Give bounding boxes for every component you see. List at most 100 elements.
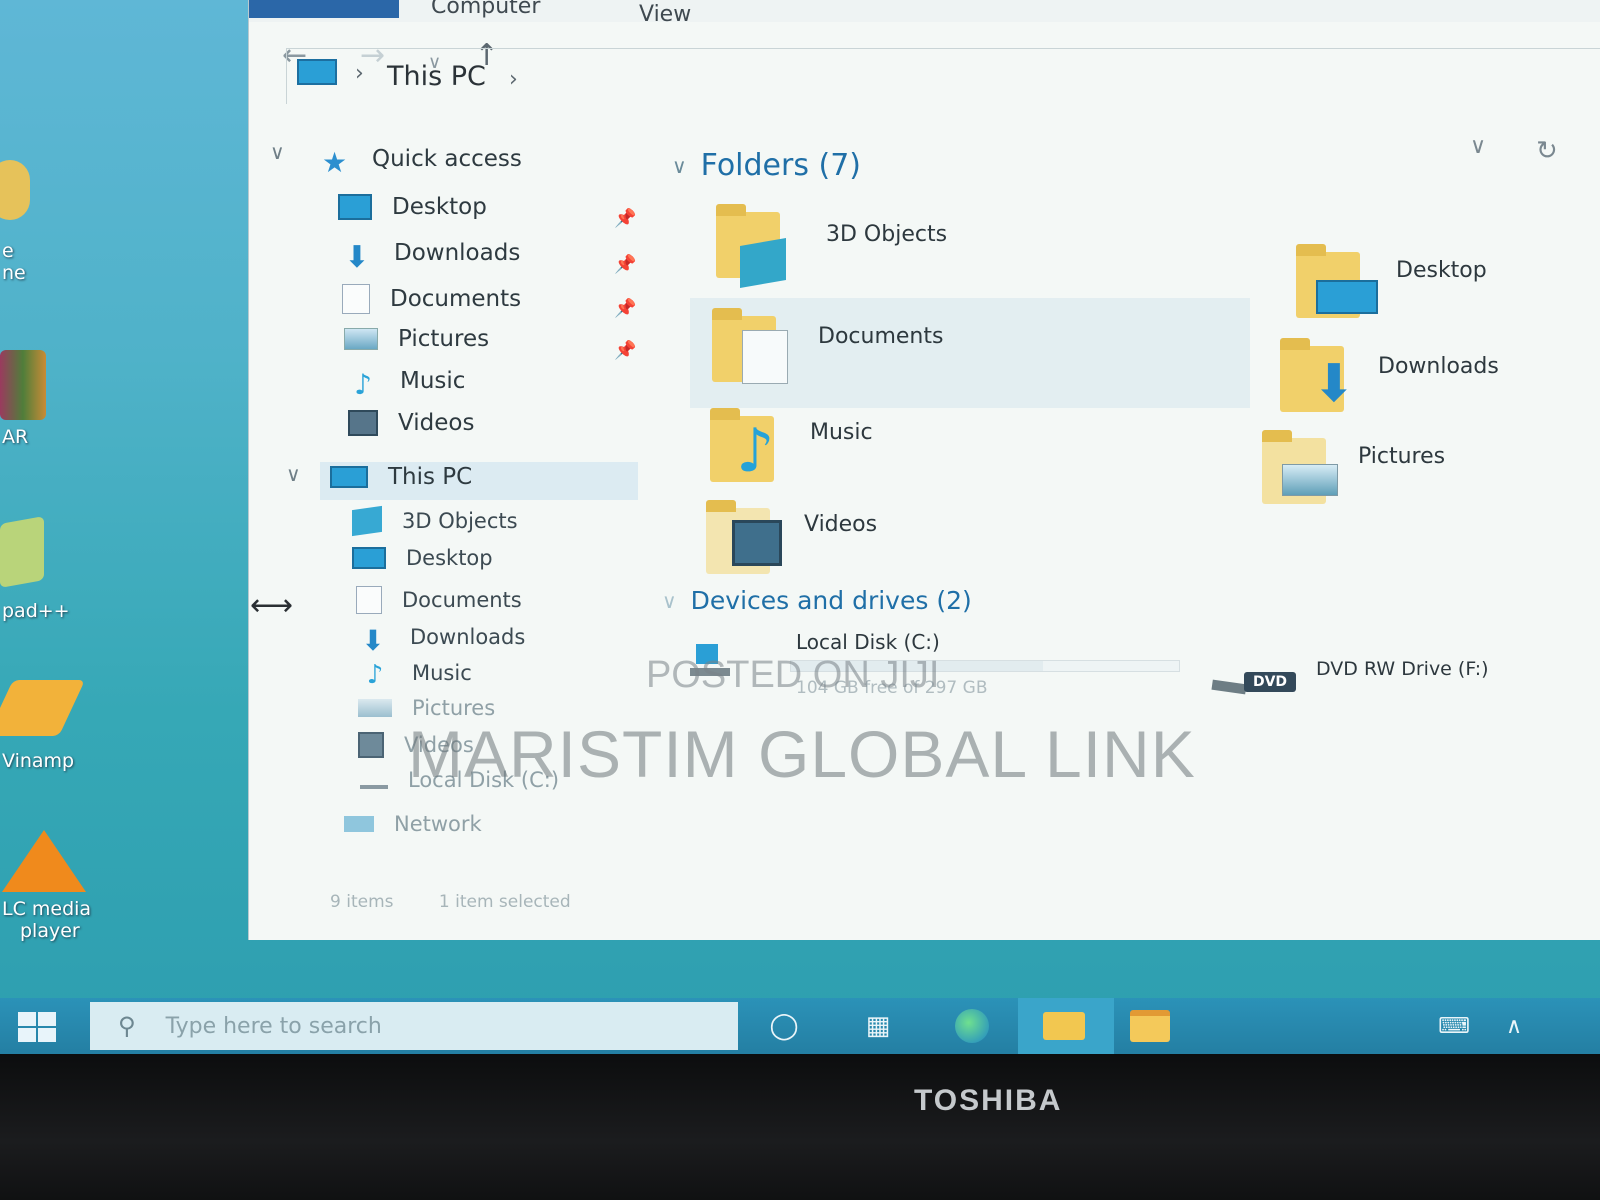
- folder-name: Downloads: [1378, 354, 1499, 379]
- search-icon: ⚲: [118, 1012, 136, 1040]
- nav-quick-videos[interactable]: Videos: [348, 410, 474, 436]
- chevron-up-icon[interactable]: ∧: [1492, 1006, 1536, 1046]
- tab-view[interactable]: View: [639, 2, 691, 27]
- collapse-chevron-icon: ∨: [662, 588, 677, 613]
- winamp-icon: [0, 680, 86, 736]
- desktop-icon-label: player: [20, 920, 80, 942]
- download-arrow-icon: ⬇: [344, 240, 370, 275]
- drive-icon: [360, 771, 388, 789]
- keyboard-icon[interactable]: ⌨: [1432, 1006, 1476, 1046]
- nav-pc-music[interactable]: ♪ Music: [358, 660, 472, 690]
- watermark-line1: POSTED ON JIJI: [646, 654, 940, 696]
- desktop-icon-notepadpp[interactable]: pad++: [0, 516, 120, 622]
- desktop-icon-vlc[interactable]: LC media player: [0, 830, 120, 942]
- task-view-icon[interactable]: ▦: [856, 1006, 900, 1046]
- folder-pictures-icon: [1262, 430, 1338, 508]
- desktop-icon-winamp[interactable]: Vinamp: [0, 680, 120, 772]
- desktop-icon-label: e: [2, 240, 14, 262]
- desktop-icon-1[interactable]: e ne: [0, 160, 120, 284]
- nav-label: Music: [412, 661, 472, 685]
- breadcrumb-this-pc[interactable]: This PC: [387, 61, 486, 92]
- nav-label: Quick access: [372, 146, 522, 172]
- picture-icon: [344, 328, 378, 350]
- folder-name: Pictures: [1358, 444, 1446, 469]
- document-icon: [342, 284, 370, 314]
- nav-label: Desktop: [392, 194, 487, 220]
- devices-section-header[interactable]: ∨ Devices and drives (2): [662, 586, 972, 615]
- nav-network[interactable]: Network: [344, 812, 482, 836]
- nav-quick-desktop[interactable]: Desktop: [338, 194, 487, 220]
- nav-this-pc[interactable]: This PC: [330, 464, 472, 490]
- tab-computer[interactable]: Computer: [431, 0, 540, 19]
- address-dropdown-icon[interactable]: ∨: [1470, 134, 1486, 159]
- nav-pc-3d-objects[interactable]: 3D Objects: [352, 505, 518, 537]
- desktop-icon-winrar[interactable]: AR: [0, 350, 120, 448]
- breadcrumb-separator-icon[interactable]: ›: [509, 67, 518, 92]
- folder-name: Documents: [818, 324, 944, 349]
- nav-label: Videos: [398, 410, 475, 436]
- search-placeholder: Type here to search: [165, 1013, 382, 1039]
- nav-quick-documents[interactable]: Documents: [342, 284, 521, 314]
- pin-icon[interactable]: 📌: [614, 298, 636, 319]
- desktop-icon-label: LC media: [2, 898, 92, 920]
- nav-quick-downloads[interactable]: ⬇ Downloads: [340, 240, 521, 275]
- nav-quick-music[interactable]: ♪ Music: [346, 368, 466, 401]
- nav-quick-pictures[interactable]: Pictures: [344, 326, 489, 352]
- taskbar-search-box[interactable]: ⚲ Type here to search: [90, 1002, 738, 1050]
- nav-label: Desktop: [406, 546, 493, 570]
- cube-icon: [352, 505, 382, 537]
- resize-cursor-icon: ⟷: [250, 588, 294, 623]
- desktop-icon-label: AR: [2, 426, 29, 448]
- folder-name: 3D Objects: [826, 222, 948, 247]
- breadcrumb-separator-icon[interactable]: ›: [355, 61, 364, 86]
- nav-label: Music: [400, 368, 466, 394]
- cortana-icon[interactable]: ◯: [762, 1006, 806, 1046]
- pin-icon[interactable]: 📌: [614, 208, 636, 229]
- nav-pc-desktop[interactable]: Desktop: [352, 546, 493, 570]
- dvd-badge: DVD: [1244, 672, 1296, 692]
- nav-label: Network: [394, 812, 482, 836]
- music-note-icon: ♪: [354, 368, 372, 401]
- folder-3d-objects-icon: [716, 204, 792, 289]
- folder-name: Videos: [804, 512, 878, 537]
- nav-quick-access[interactable]: ★ Quick access: [322, 146, 522, 179]
- collapse-chevron-icon[interactable]: ∨: [286, 462, 301, 486]
- file-tab[interactable]: [249, 0, 399, 18]
- address-bar[interactable]: › This PC ›: [286, 48, 1600, 104]
- desktop-icon: [352, 547, 386, 569]
- download-arrow-icon: ⬇: [361, 624, 385, 657]
- status-item-count: 9 items: [330, 892, 394, 912]
- refresh-icon[interactable]: ↻: [1536, 136, 1558, 166]
- laptop-bezel: [0, 1054, 1600, 1200]
- file-explorer-taskbar-icon[interactable]: [1042, 1006, 1086, 1046]
- nav-label: Downloads: [394, 240, 521, 266]
- star-icon: ★: [322, 146, 348, 179]
- folders-section-header[interactable]: ∨ Folders (7): [672, 148, 861, 183]
- nav-label: 3D Objects: [402, 509, 518, 533]
- collapse-chevron-icon[interactable]: ∨: [270, 140, 285, 164]
- drive-name: Local Disk (C:): [796, 630, 940, 654]
- section-title: Devices and drives (2): [690, 586, 972, 615]
- nav-pc-downloads[interactable]: ⬇ Downloads: [356, 624, 526, 657]
- nav-label: Documents: [402, 588, 522, 612]
- start-button[interactable]: [16, 1010, 56, 1042]
- network-icon: [344, 816, 374, 832]
- nav-pc-documents[interactable]: Documents: [356, 586, 522, 614]
- desktop-icon-label: Vinamp: [2, 750, 75, 772]
- store-icon[interactable]: [1128, 1006, 1172, 1046]
- taskbar: ⚲ Type here to search ◯ ▦ ⌨ ∧: [0, 998, 1600, 1054]
- nav-label: Downloads: [410, 625, 526, 649]
- edge-browser-icon[interactable]: [950, 1006, 994, 1046]
- folder-name: Desktop: [1396, 258, 1487, 283]
- status-bar: 9 items 1 item selected: [330, 892, 611, 912]
- brand-logo: TOSHIBA: [914, 1084, 1063, 1117]
- folder-videos-icon: [706, 500, 782, 578]
- winrar-icon: [0, 350, 46, 420]
- desktop-icon: [338, 194, 372, 220]
- music-note-icon: ♪: [366, 660, 384, 690]
- vlc-icon: [2, 830, 86, 892]
- folder-desktop-icon: [1296, 244, 1378, 322]
- nav-label: Pictures: [398, 326, 490, 352]
- pin-icon[interactable]: 📌: [614, 340, 636, 361]
- pin-icon[interactable]: 📌: [614, 254, 636, 275]
